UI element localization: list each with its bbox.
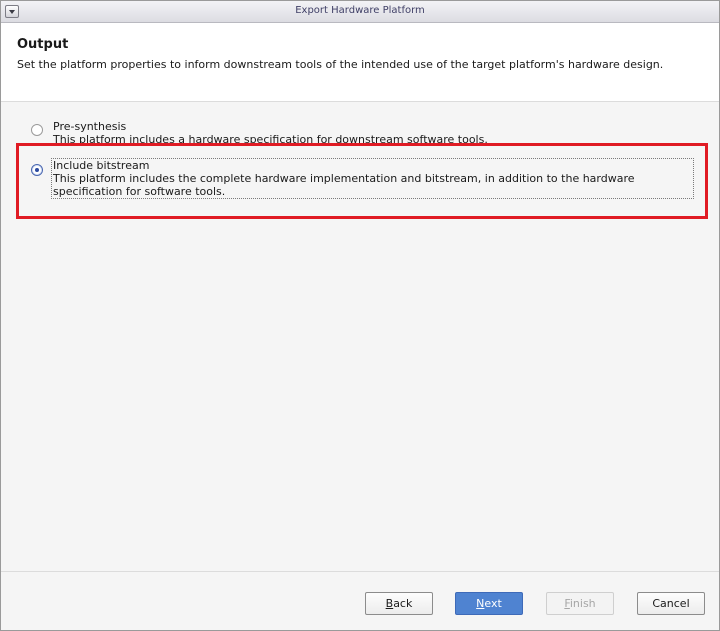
title-bar: Export Hardware Platform xyxy=(1,1,719,23)
back-button[interactable]: Back xyxy=(365,592,433,615)
next-label-rest: ext xyxy=(484,597,502,610)
cancel-button[interactable]: Cancel xyxy=(637,592,705,615)
next-button[interactable]: Next xyxy=(455,592,523,615)
pre-synthesis-radio[interactable] xyxy=(31,124,43,136)
wizard-footer: Back Next Finish Cancel xyxy=(1,571,719,630)
annotation-highlight-box xyxy=(16,143,708,219)
pre-synthesis-label: Pre-synthesis xyxy=(53,120,127,133)
page-title: Output xyxy=(17,37,69,52)
wizard-content: Pre-synthesis This platform includes a h… xyxy=(1,102,719,571)
wizard-header: Output Set the platform properties to in… xyxy=(1,23,719,102)
page-description: Set the platform properties to inform do… xyxy=(17,58,664,71)
finish-button[interactable]: Finish xyxy=(546,592,614,615)
back-label-rest: ack xyxy=(393,597,413,610)
window-title: Export Hardware Platform xyxy=(295,5,425,16)
finish-label-rest: inish xyxy=(569,597,596,610)
export-hardware-platform-dialog: Export Hardware Platform Output Set the … xyxy=(0,0,720,631)
